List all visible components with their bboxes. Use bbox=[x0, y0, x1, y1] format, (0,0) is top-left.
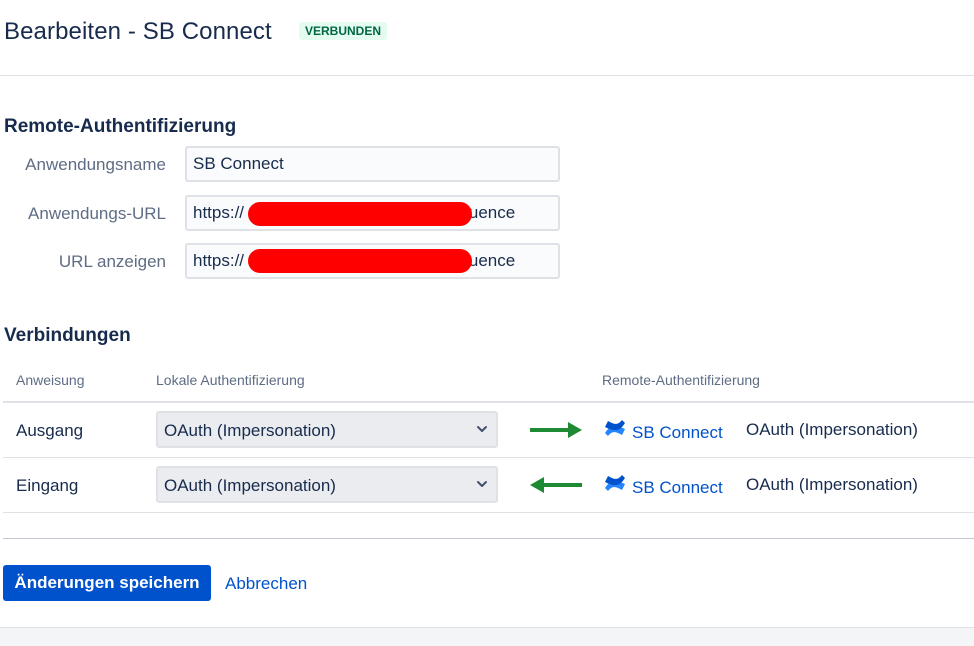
status-badge: VERBUNDEN bbox=[299, 22, 388, 40]
save-button[interactable]: Änderungen speichern bbox=[3, 565, 211, 601]
app-name-input[interactable] bbox=[185, 146, 560, 182]
select-value: OAuth (Impersonation) bbox=[164, 476, 336, 495]
connections-heading: Verbindungen bbox=[4, 325, 131, 346]
direction-label: Eingang bbox=[16, 476, 79, 495]
remote-auth-value: OAuth (Impersonation) bbox=[746, 420, 918, 439]
local-auth-select[interactable]: OAuth (Impersonation) bbox=[156, 411, 498, 448]
remote-auth-heading: Remote-Authentifizierung bbox=[4, 116, 237, 137]
redaction-mark bbox=[248, 249, 472, 273]
remote-auth-value: OAuth (Impersonation) bbox=[746, 475, 918, 494]
local-auth-select[interactable]: OAuth (Impersonation) bbox=[156, 466, 498, 503]
column-header-local-auth: Lokale Authentifizierung bbox=[156, 372, 305, 388]
chevron-down-icon bbox=[477, 426, 487, 432]
row-divider bbox=[3, 457, 974, 458]
column-header-remote-auth: Remote-Authentifizierung bbox=[602, 372, 760, 388]
confluence-logo-icon bbox=[605, 420, 625, 436]
direction-label: Ausgang bbox=[16, 421, 84, 440]
display-url-label: URL anzeigen bbox=[58, 252, 166, 271]
table-header-divider bbox=[3, 401, 974, 403]
page-title: Bearbeiten - SB Connect bbox=[4, 18, 272, 45]
chevron-down-icon bbox=[477, 481, 487, 487]
redaction-mark bbox=[248, 202, 472, 226]
cancel-button[interactable]: Abbrechen bbox=[225, 574, 307, 594]
remote-app-link[interactable]: SB Connect bbox=[632, 478, 723, 498]
app-url-label: Anwendungs-URL bbox=[28, 204, 166, 223]
footer-divider bbox=[3, 538, 974, 539]
page-header: Bearbeiten - SB Connect VERBUNDEN bbox=[0, 0, 974, 76]
select-value: OAuth (Impersonation) bbox=[164, 421, 336, 440]
column-header-direction: Anweisung bbox=[16, 372, 85, 388]
app-name-label: Anwendungsname bbox=[25, 155, 166, 174]
arrow-right-icon bbox=[530, 422, 582, 438]
page-footer-band bbox=[0, 627, 974, 646]
arrow-left-icon bbox=[530, 477, 582, 493]
confluence-logo-icon bbox=[605, 475, 625, 491]
row-divider bbox=[3, 512, 974, 513]
remote-app-link[interactable]: SB Connect bbox=[632, 423, 723, 443]
